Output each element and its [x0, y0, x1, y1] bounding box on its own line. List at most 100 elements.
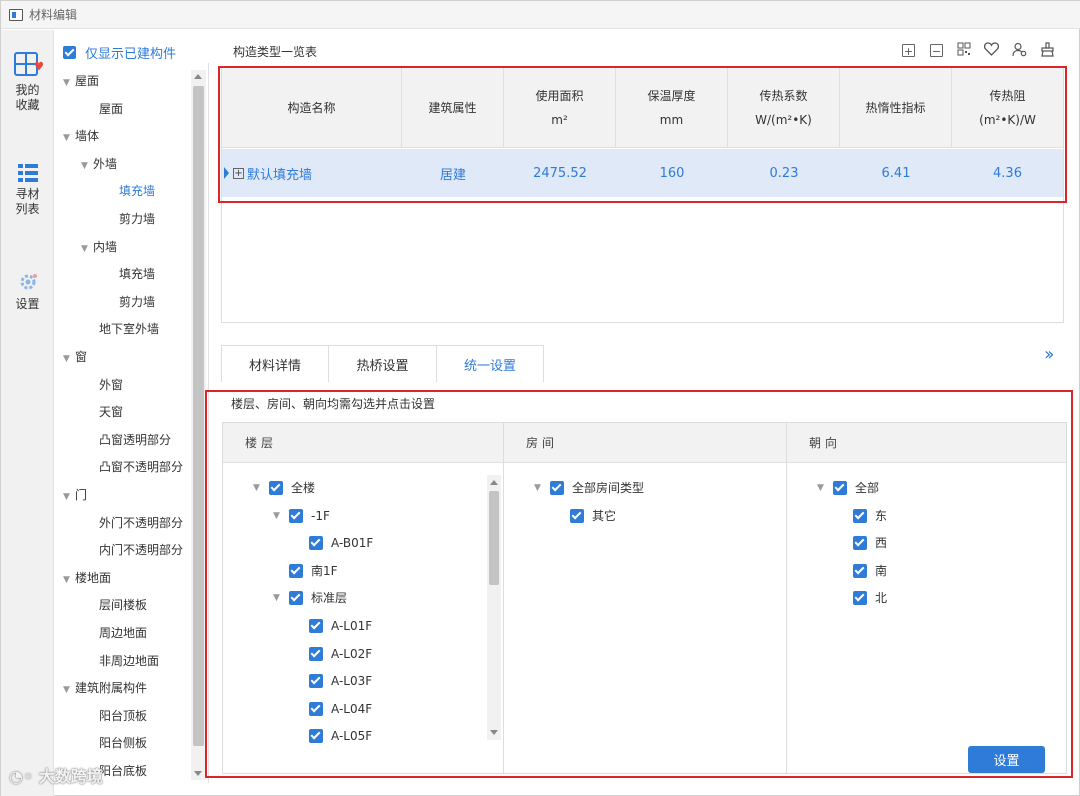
tree-node[interactable]: 周边地面: [99, 623, 147, 643]
tab-material-detail[interactable]: 材料详情: [221, 345, 329, 382]
column-header-area[interactable]: 使用面积 m²: [504, 68, 616, 148]
checkbox-item[interactable]: ▼ -1F: [273, 506, 330, 526]
scroll-up-icon[interactable]: [194, 74, 202, 79]
checkbox-checked-icon[interactable]: [309, 729, 323, 744]
tree-node[interactable]: ▼ 建筑附属构件: [63, 678, 147, 698]
cell-thickness[interactable]: 160: [616, 149, 728, 197]
chevron-down-icon[interactable]: ▼: [273, 588, 289, 608]
tree-node[interactable]: ▼ 外墙: [81, 154, 117, 174]
checkbox-checked-icon[interactable]: [853, 591, 867, 606]
checkbox-item[interactable]: ▼ 全部房间类型: [534, 478, 644, 498]
cell-u-value[interactable]: 0.23: [728, 149, 840, 197]
tree-scrollbar[interactable]: [191, 70, 206, 780]
tree-node[interactable]: 外门不透明部分: [99, 513, 183, 533]
tree-node[interactable]: 剪力墙: [119, 292, 155, 312]
checkbox-checked-icon[interactable]: [833, 481, 847, 495]
user-settings-icon[interactable]: [1011, 42, 1027, 58]
tree-node[interactable]: 内门不透明部分: [99, 540, 183, 560]
tree-node[interactable]: 屋面: [99, 99, 123, 119]
tab-thermal-bridge[interactable]: 热桥设置: [328, 345, 437, 382]
checkbox-item[interactable]: 北: [853, 588, 887, 608]
chevron-down-icon[interactable]: ▼: [63, 128, 75, 148]
tree-node[interactable]: ▼ 窗: [63, 347, 87, 367]
tree-node[interactable]: ▼ 楼地面: [63, 568, 111, 588]
checkbox-checked-icon[interactable]: [309, 646, 323, 661]
chevron-down-icon[interactable]: ▼: [63, 680, 75, 700]
cell-name[interactable]: + 默认填充墙: [222, 149, 402, 197]
checkbox-item[interactable]: A-B01F: [309, 533, 373, 553]
checkbox-checked-icon[interactable]: [289, 563, 303, 578]
tree-node[interactable]: 剪力墙: [119, 209, 155, 229]
rail-material-list[interactable]: 寻材 列表: [1, 162, 54, 217]
tree-node[interactable]: 非周边地面: [99, 651, 159, 671]
chevron-down-icon[interactable]: ▼: [81, 156, 93, 176]
scroll-up-icon[interactable]: [490, 480, 498, 485]
checkbox-checked-icon[interactable]: [309, 619, 323, 633]
rail-favorites[interactable]: 我的 收藏: [1, 50, 54, 113]
checkbox-item[interactable]: 南1F: [289, 561, 338, 581]
apply-settings-button[interactable]: 设置: [968, 746, 1045, 773]
checkbox-checked-icon[interactable]: [853, 563, 867, 578]
chevron-down-icon[interactable]: ▼: [63, 487, 75, 507]
chevron-down-icon[interactable]: ▼: [81, 239, 93, 259]
cell-attribute[interactable]: 居建: [402, 149, 504, 197]
checkbox-item[interactable]: A-L03F: [309, 671, 372, 691]
checkbox-item[interactable]: 其它: [570, 506, 616, 526]
checkbox-item[interactable]: 南: [853, 561, 887, 581]
show-built-only-checkbox[interactable]: 仅显示已建构件: [63, 43, 176, 62]
tree-node[interactable]: 层间楼板: [99, 595, 147, 615]
checkbox-item[interactable]: ▼ 全部: [817, 478, 879, 498]
tree-node[interactable]: 凸窗透明部分: [99, 430, 171, 450]
checkbox-checked-icon[interactable]: [309, 536, 323, 551]
tree-node[interactable]: 天窗: [99, 402, 123, 422]
checkbox-item[interactable]: A-L01F: [309, 616, 372, 636]
chevron-down-icon[interactable]: ▼: [63, 349, 75, 369]
checkbox-item[interactable]: A-L04F: [309, 699, 372, 719]
tree-node[interactable]: 凸窗不透明部分: [99, 457, 183, 477]
tree-node[interactable]: 地下室外墙: [99, 319, 159, 339]
scroll-down-icon[interactable]: [490, 730, 498, 735]
column-header-u-value[interactable]: 传热系数 W/(m²•K): [728, 68, 840, 148]
tree-node[interactable]: ▼ 内墙: [81, 237, 117, 257]
checkbox-item[interactable]: A-L05F: [309, 726, 372, 746]
chevron-down-icon[interactable]: ▼: [253, 478, 269, 498]
scroll-thumb[interactable]: [489, 491, 499, 585]
checkbox-item[interactable]: 东: [853, 506, 887, 526]
column-header-resistance[interactable]: 传热阻 (m²•K)/W: [952, 68, 1063, 148]
checkbox-checked-icon[interactable]: [550, 481, 564, 495]
checkbox-item[interactable]: ▼ 全楼: [253, 478, 315, 498]
column-header-attribute[interactable]: 建筑属性: [402, 68, 504, 148]
column-header-name[interactable]: 构造名称: [222, 68, 402, 148]
cell-resistance[interactable]: 4.36: [952, 149, 1063, 197]
checkbox-item[interactable]: 西: [853, 533, 887, 553]
tree-node[interactable]: 阳台侧板: [99, 733, 147, 753]
scroll-down-icon[interactable]: [194, 771, 202, 776]
clean-icon[interactable]: [1039, 42, 1055, 58]
chevron-down-icon[interactable]: ▼: [534, 478, 550, 498]
checkbox-checked-icon[interactable]: [853, 508, 867, 523]
expand-all-icon[interactable]: +: [902, 44, 915, 58]
checkbox-checked-icon[interactable]: [269, 481, 283, 495]
checkbox-item[interactable]: A-L02F: [309, 644, 372, 664]
checkbox-checked-icon[interactable]: [289, 591, 303, 606]
column-header-thickness[interactable]: 保温厚度 mm: [616, 68, 728, 148]
checkbox-checked-icon[interactable]: [309, 674, 323, 689]
collapse-all-icon[interactable]: −: [930, 44, 943, 58]
tree-node[interactable]: 外窗: [99, 375, 123, 395]
double-chevron-right-icon[interactable]: ››: [1044, 344, 1055, 365]
tree-node[interactable]: ▼ 墙体: [63, 126, 99, 146]
tree-node[interactable]: ▼ 屋面: [63, 71, 99, 91]
expand-row-icon[interactable]: +: [233, 167, 244, 179]
chevron-down-icon[interactable]: ▼: [63, 570, 75, 590]
tree-node[interactable]: 填充墙: [119, 181, 155, 201]
cell-area[interactable]: 2475.52: [504, 149, 616, 197]
heart-icon[interactable]: [983, 42, 999, 58]
chevron-down-icon[interactable]: ▼: [817, 478, 833, 498]
column-header-inertia[interactable]: 热惰性指标: [840, 68, 952, 148]
checkbox-checked-icon[interactable]: [289, 508, 303, 523]
checkbox-checked-icon[interactable]: [570, 508, 584, 523]
checkbox-checked-icon[interactable]: [853, 536, 867, 551]
checkbox-checked-icon[interactable]: [309, 701, 323, 716]
chevron-down-icon[interactable]: ▼: [273, 506, 289, 526]
tree-node[interactable]: 阳台底板: [99, 761, 147, 781]
